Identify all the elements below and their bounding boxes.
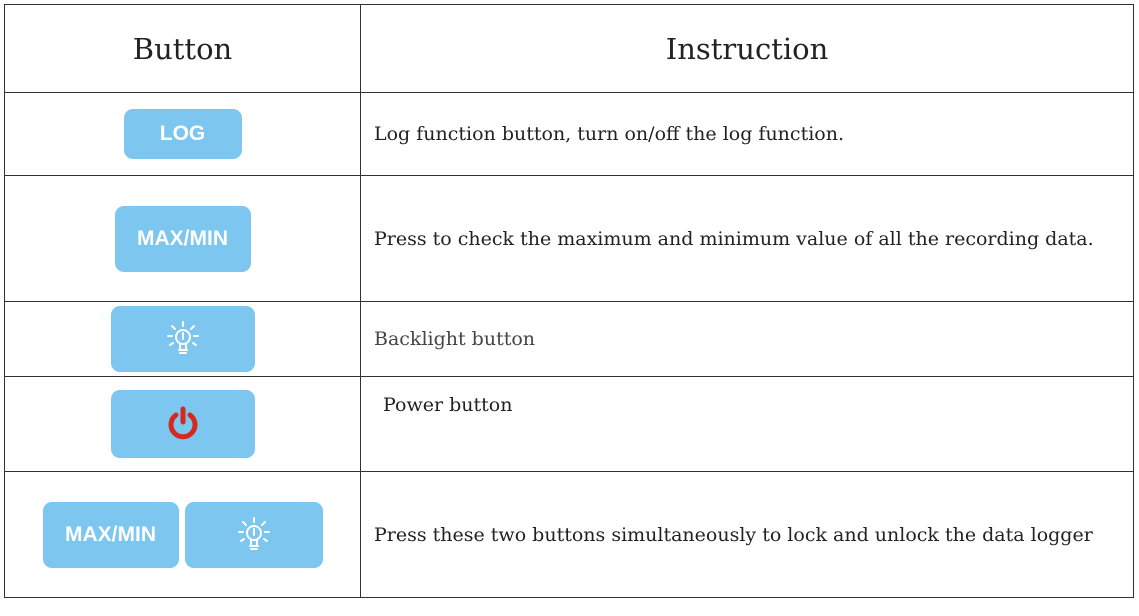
table-row: LOG Log function button, turn on/off the… bbox=[4, 92, 1134, 176]
button-cell: LOG bbox=[4, 92, 361, 176]
instruction-cell: Log function button, turn on/off the log… bbox=[360, 92, 1134, 176]
instruction-cell: Power button bbox=[360, 376, 1134, 472]
header-instruction: Instruction bbox=[360, 4, 1134, 93]
power-button bbox=[110, 390, 255, 458]
button-cell bbox=[4, 301, 361, 377]
table-row: Power button bbox=[4, 376, 1134, 472]
button-cell: MAX/MIN bbox=[4, 175, 361, 302]
table-row: MAX/MIN Press these two buttons simultan… bbox=[4, 471, 1134, 598]
instruction-cell: Backlight button bbox=[360, 301, 1134, 377]
max-min-button: MAX/MIN bbox=[42, 501, 179, 568]
backlight-button bbox=[184, 501, 323, 568]
button-instruction-table: Button Instruction LOG Log function butt… bbox=[4, 4, 1134, 598]
instruction-cell: Press to check the maximum and minimum v… bbox=[360, 175, 1134, 302]
power-icon bbox=[168, 406, 197, 440]
lightbulb-icon bbox=[166, 321, 199, 354]
table-row: Backlight button bbox=[4, 301, 1134, 377]
backlight-button bbox=[110, 306, 255, 372]
header-button: Button bbox=[4, 4, 361, 93]
button-combo: MAX/MIN bbox=[42, 501, 323, 568]
header-row: Button Instruction bbox=[4, 4, 1134, 93]
button-cell: MAX/MIN bbox=[4, 471, 361, 598]
instruction-cell: Press these two buttons simultaneously t… bbox=[360, 471, 1134, 598]
log-button: LOG bbox=[123, 109, 242, 159]
button-cell bbox=[4, 376, 361, 472]
lightbulb-icon bbox=[237, 516, 270, 550]
max-min-button: MAX/MIN bbox=[114, 205, 251, 272]
table-row: MAX/MIN Press to check the maximum and m… bbox=[4, 175, 1134, 302]
